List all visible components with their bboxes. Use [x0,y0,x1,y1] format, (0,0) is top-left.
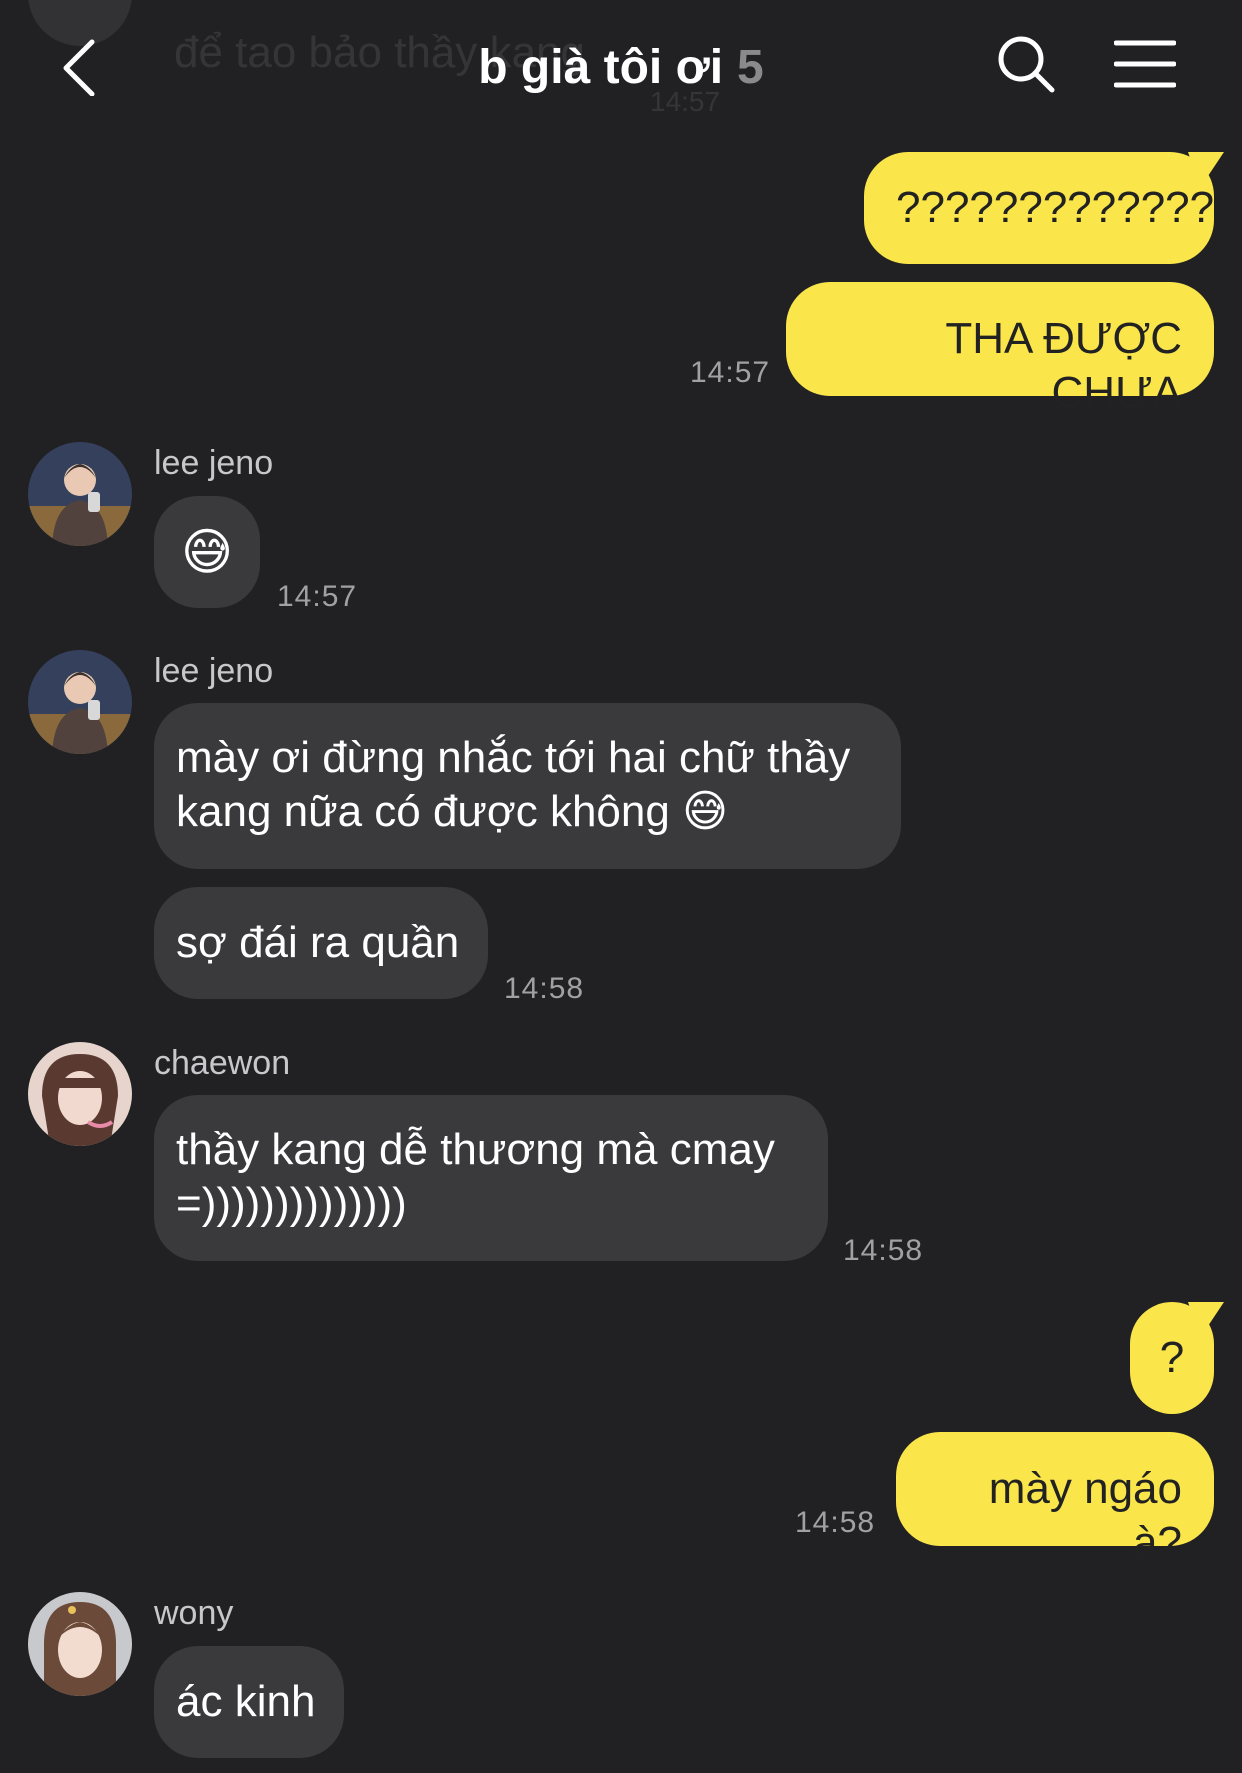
message-text: sợ đái ra quần [176,918,460,967]
emoji-message: 😅 [180,523,234,581]
message-time: 14:58 [843,1234,924,1267]
message-text-line: thầy kang dễ thương mà cmay [176,1125,775,1174]
message-time: 14:58 [795,1506,876,1539]
avatar[interactable] [28,442,132,546]
their-message-bubble[interactable]: mày ơi đừng nhắc tới hai chữ thầy kang n… [154,703,901,869]
message-time: 14:57 [690,356,771,389]
sender-name: lee jeno [154,652,274,690]
avatar[interactable] [28,650,132,754]
message-time: 14:57 [277,580,358,613]
message-text: THA ĐƯỢC CHƯA [945,314,1182,417]
menu-icon[interactable] [1114,32,1176,96]
bubble-tail [1188,1302,1224,1338]
sender-name: wony [154,1594,234,1632]
message-text-line: =)))))))))))))) [176,1179,407,1228]
chat-header: để tao bảo thầy kang 14:57 b già tôi ơi 5 [0,0,1242,135]
their-message-bubble[interactable]: sợ đái ra quần [154,887,488,999]
message-time: 14:58 [504,972,585,1005]
sender-name: chaewon [154,1044,291,1082]
my-message-bubble[interactable]: THA ĐƯỢC CHƯA [786,282,1214,417]
message-text: ????????????? [896,183,1215,232]
message-text-line: kang nữa có được không 😅 [176,787,728,836]
their-message-bubble[interactable]: 😅 [154,496,260,608]
my-message-bubble[interactable]: ? [1130,1302,1224,1414]
message-text-line: mày ơi đừng nhắc tới hai chữ thầy [176,733,851,782]
avatar[interactable] [28,1592,132,1696]
my-message-bubble[interactable]: mày ngáo à? [896,1432,1214,1567]
member-count: 5 [737,41,764,94]
avatar[interactable] [28,1042,132,1146]
their-message-bubble[interactable]: thầy kang dễ thương mà cmay =)))))))))))… [154,1095,828,1261]
their-message-bubble[interactable]: ác kinh [154,1646,344,1758]
my-message-bubble[interactable]: ????????????? [864,152,1224,264]
bubble-tail [1188,152,1224,188]
message-text: mày ngáo à? [988,1464,1182,1567]
search-icon[interactable] [994,32,1058,96]
room-name: b già tôi ơi [478,41,724,94]
message-text: ác kinh [176,1677,316,1726]
sender-name: lee jeno [154,444,274,482]
message-text: ? [1159,1333,1185,1382]
